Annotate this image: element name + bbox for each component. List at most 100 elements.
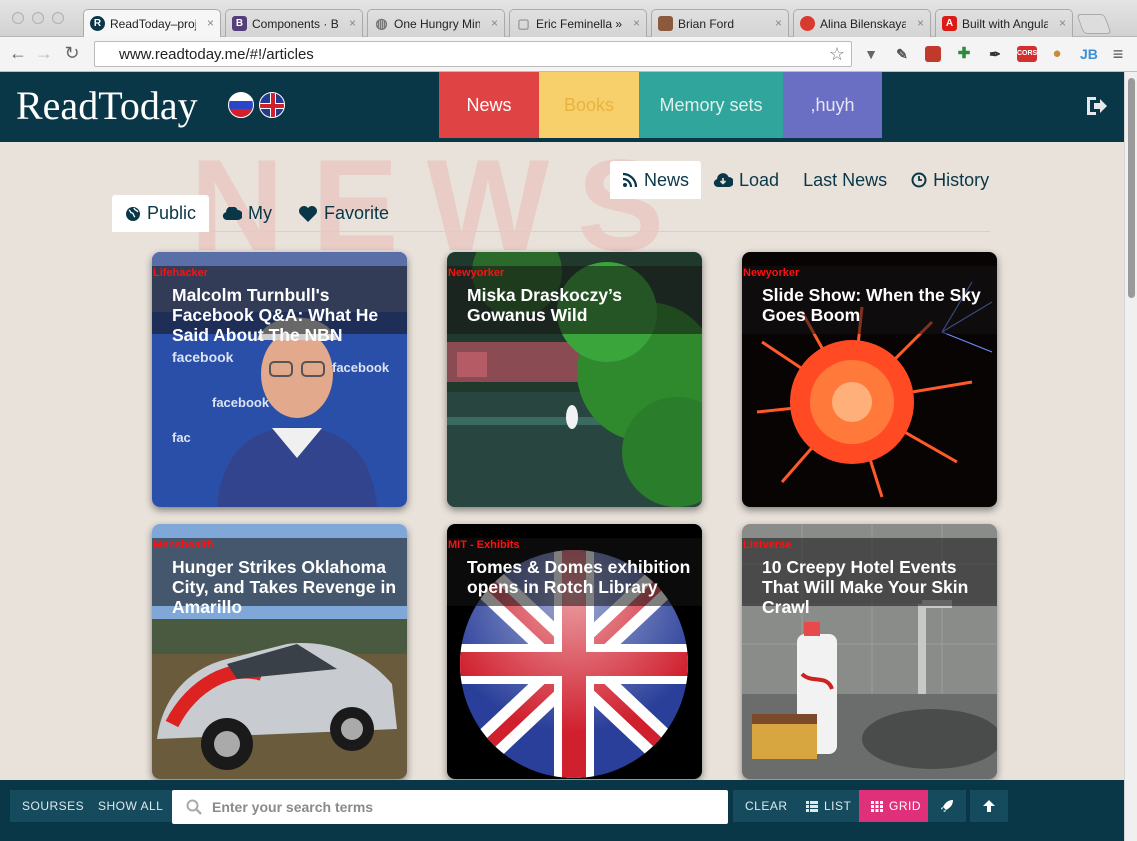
tab-close-icon[interactable]: × — [349, 16, 356, 30]
browser-tab[interactable]: ▢ Eric Feminella » T × — [509, 9, 647, 37]
grid-view-button[interactable]: GRID — [859, 790, 933, 822]
article-card[interactable]: Menshealth Hunger Strikes Oklahoma City,… — [152, 524, 407, 779]
article-card[interactable]: Listverse 10 Creepy Hotel Events That Wi… — [742, 524, 997, 779]
globe-icon — [126, 206, 140, 221]
devil-favicon-icon: ● — [800, 16, 815, 31]
cookie-icon[interactable]: ● — [1049, 46, 1065, 62]
browser-tab[interactable]: ◍ One Hungry Mind × — [367, 9, 505, 37]
search-box — [172, 790, 728, 824]
nav-books[interactable]: Books — [539, 72, 639, 138]
article-card[interactable]: Newyorker Miska Draskoczy’s Gowanus Wild — [447, 252, 702, 507]
main-nav: News Books Memory sets ,huyh — [439, 72, 882, 138]
jb-icon[interactable]: JB — [1080, 46, 1098, 62]
list-view-button[interactable]: LIST — [794, 790, 864, 822]
tab-news[interactable]: News — [610, 161, 702, 199]
english-flag-icon[interactable] — [259, 92, 285, 118]
nav-memory-sets[interactable]: Memory sets — [639, 72, 783, 138]
browser-tab[interactable]: ● Brian Ford × — [651, 9, 789, 37]
tab-load-label: Load — [739, 170, 780, 190]
browser-toolbar: ← → ↻ www.readtoday.me/#!/articles ☆ ▼ ✎… — [0, 37, 1137, 72]
tab-title: Alina Bilenskaya — [820, 17, 906, 31]
tab-close-icon[interactable]: × — [1059, 16, 1066, 30]
news-subnav: News Load Last News History — [610, 161, 1001, 199]
list-view-label: LIST — [824, 799, 852, 813]
address-bar[interactable]: www.readtoday.me/#!/articles ☆ — [94, 41, 852, 67]
forward-icon[interactable]: → — [34, 43, 54, 64]
article-title[interactable]: Tomes & Domes exhibition opens in Rotch … — [467, 557, 699, 597]
eyedropper-icon[interactable]: ✒ — [987, 46, 1003, 62]
article-card[interactable]: MIT - Exhibits Tomes & Domes exhibition … — [447, 524, 702, 779]
page-scrollbar[interactable] — [1124, 72, 1137, 841]
globe-favicon-icon: ◍ — [375, 15, 388, 31]
tab-last-news[interactable]: Last News — [791, 161, 899, 199]
articles-area: NEWS News Load Last News History Public … — [0, 142, 1124, 780]
page-favicon-icon: ▢ — [517, 16, 530, 31]
tab-title: One Hungry Mind — [394, 17, 480, 31]
tools-icon[interactable]: ✎ — [894, 46, 910, 62]
tab-my[interactable]: My — [209, 195, 285, 232]
article-source[interactable]: MIT - Exhibits — [448, 539, 520, 551]
article-source[interactable]: Newyorker — [448, 267, 504, 279]
reload-icon[interactable]: ↻ — [62, 43, 82, 64]
new-tab-button[interactable] — [1076, 14, 1112, 34]
bookmark-ext-icon[interactable]: ▮ — [925, 46, 941, 62]
bookmark-star-icon[interactable]: ☆ — [829, 44, 845, 65]
article-source[interactable]: Newyorker — [743, 267, 799, 279]
window-close-button[interactable] — [12, 12, 24, 24]
scope-tabs: Public My Favorite — [112, 195, 990, 232]
show-all-button[interactable]: SHOW ALL — [86, 790, 176, 822]
browser-tab[interactable]: R ReadToday–proje × — [83, 9, 221, 37]
article-title[interactable]: 10 Creepy Hotel Events That Will Make Yo… — [762, 557, 994, 617]
puzzle-icon[interactable]: ✚ — [956, 46, 972, 62]
back-icon[interactable]: ← — [8, 43, 28, 64]
arrow-up-icon — [983, 800, 995, 812]
tab-history[interactable]: History — [899, 161, 1001, 199]
browser-tab[interactable]: ● Alina Bilenskaya × — [793, 9, 931, 37]
article-source[interactable]: Lifehacker — [153, 267, 208, 279]
article-title[interactable]: Miska Draskoczy’s Gowanus Wild — [467, 285, 699, 325]
tab-close-icon[interactable]: × — [917, 16, 924, 30]
grid-icon — [871, 800, 883, 812]
article-source[interactable]: Menshealth — [153, 539, 214, 551]
tab-history-label: History — [933, 170, 990, 190]
browser-tab[interactable]: B Components · Bo × — [225, 9, 363, 37]
article-title[interactable]: Malcolm Turnbull's Facebook Q&A: What He… — [172, 285, 404, 345]
tab-load[interactable]: Load — [701, 161, 791, 199]
logout-icon[interactable] — [1084, 94, 1108, 118]
scroll-top-button[interactable] — [970, 790, 1008, 822]
nav-user[interactable]: ,huyh — [783, 72, 882, 138]
article-title[interactable]: Hunger Strikes Oklahoma City, and Takes … — [172, 557, 404, 617]
article-card[interactable]: facebook facebook facebook fac Lifehacke… — [152, 252, 407, 507]
menu-icon[interactable]: ≡ — [1110, 45, 1126, 63]
russian-flag-icon[interactable] — [228, 92, 254, 118]
browser-tab[interactable]: A Built with Angula × — [935, 9, 1073, 37]
svg-text:facebook: facebook — [332, 360, 390, 375]
tab-title: Brian Ford — [678, 17, 735, 31]
search-input[interactable] — [212, 790, 728, 824]
window-minimize-button[interactable] — [32, 12, 44, 24]
sources-button[interactable]: SOURSES — [10, 790, 97, 822]
rocket-button[interactable] — [928, 790, 966, 822]
readtoday-favicon-icon: R — [90, 16, 105, 31]
tab-title: Built with Angula — [962, 17, 1048, 31]
tab-favorite[interactable]: Favorite — [285, 195, 402, 232]
tab-close-icon[interactable]: × — [491, 16, 498, 30]
tab-close-icon[interactable]: × — [775, 16, 782, 30]
clear-button[interactable]: CLEAR — [733, 790, 800, 822]
pocket-icon[interactable]: ▼ — [863, 46, 879, 62]
tab-news-label: News — [644, 170, 690, 190]
nav-news[interactable]: News — [439, 72, 539, 138]
article-title[interactable]: Slide Show: When the Sky Goes Boom — [762, 285, 994, 325]
cors-icon[interactable]: CORS — [1017, 46, 1037, 62]
scrollbar-thumb[interactable] — [1128, 78, 1135, 298]
app-logo[interactable]: ReadToday — [16, 82, 198, 129]
window-zoom-button[interactable] — [52, 12, 64, 24]
tab-title: Eric Feminella » T — [536, 17, 622, 31]
cloud-icon — [222, 206, 243, 220]
tab-public[interactable]: Public — [112, 195, 210, 232]
article-card[interactable]: Newyorker Slide Show: When the Sky Goes … — [742, 252, 997, 507]
article-source[interactable]: Listverse — [743, 539, 791, 551]
tab-close-icon[interactable]: × — [207, 16, 214, 30]
tab-my-label: My — [248, 203, 273, 223]
tab-close-icon[interactable]: × — [633, 16, 640, 30]
